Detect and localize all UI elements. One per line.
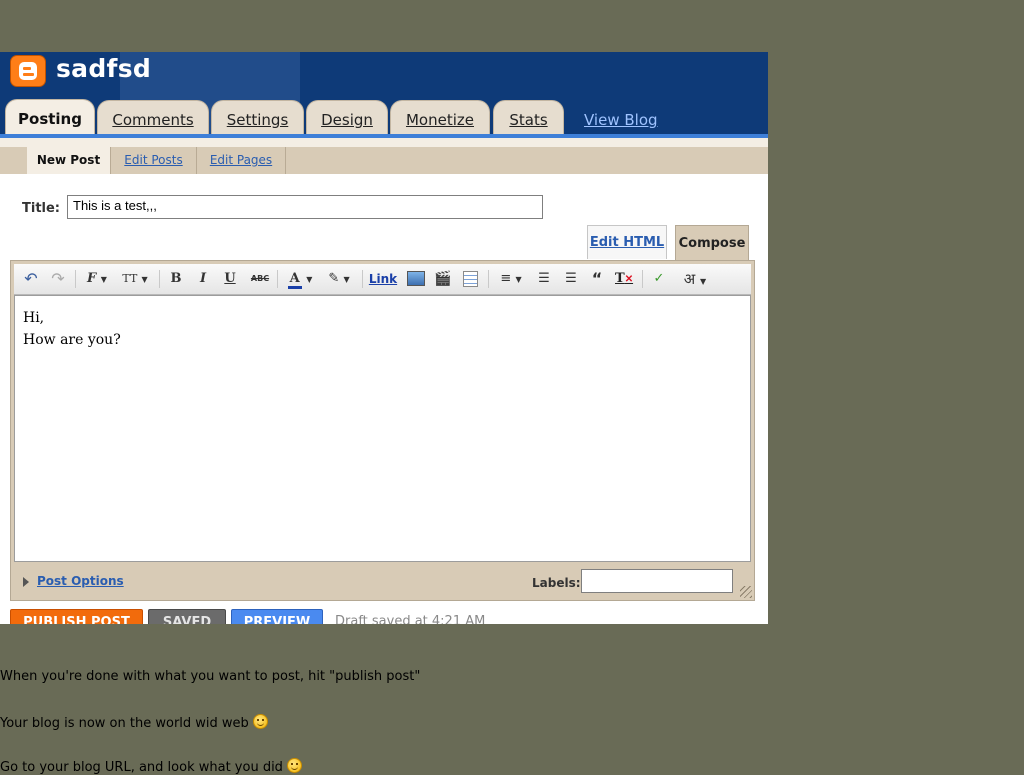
insert-video-icon[interactable]: 🎬 xyxy=(433,268,453,290)
spellcheck-icon[interactable]: ✓ xyxy=(648,268,670,290)
underline-icon[interactable]: U xyxy=(223,268,237,290)
tab-comments[interactable]: Comments xyxy=(97,100,209,136)
posting-subnav: New Post Edit Posts Edit Pages xyxy=(0,138,768,174)
editor-frame: ↶ ↷ F ▼ TT ▼ B I U ABC A ▼ ✎ ▼ Link 🎬 ≡ … xyxy=(10,260,755,601)
title-label: Title: xyxy=(22,201,61,216)
align-icon[interactable]: ≡ ▼ xyxy=(495,268,527,290)
post-options-toggle[interactable]: Post Options xyxy=(23,574,124,588)
blogger-header: sadfsd Posting Comments Settings Design … xyxy=(0,52,768,137)
view-blog-link[interactable]: View Blog xyxy=(584,111,658,129)
insert-image-icon[interactable] xyxy=(406,268,426,290)
caption-1: When you're done with what you want to p… xyxy=(0,669,421,684)
subnav-edit-posts[interactable]: Edit Posts xyxy=(111,147,197,174)
publish-post-button[interactable]: PUBLISH POST xyxy=(10,609,143,624)
blog-name: sadfsd xyxy=(56,54,152,83)
blogger-screenshot: sadfsd Posting Comments Settings Design … xyxy=(0,52,768,624)
post-body-editor[interactable]: Hi, How are you? xyxy=(14,295,751,562)
compose-tab[interactable]: Compose xyxy=(675,225,749,260)
draft-status: Draft saved at 4:21 AM xyxy=(335,614,486,624)
smiley-icon xyxy=(252,714,268,729)
blogger-logo-icon[interactable] xyxy=(10,55,46,87)
labels-input[interactable] xyxy=(581,569,733,593)
text-color-icon[interactable]: A ▼ xyxy=(284,268,316,290)
caption-3: Go to your blog URL, and look what you d… xyxy=(0,758,302,775)
tab-posting[interactable]: Posting xyxy=(5,99,95,137)
smiley-icon xyxy=(286,758,302,773)
font-family-icon[interactable]: F ▼ xyxy=(82,268,112,290)
remove-formatting-icon[interactable]: T✕ xyxy=(615,268,633,290)
tab-stats[interactable]: Stats xyxy=(493,100,564,136)
resize-grip-icon[interactable] xyxy=(740,586,752,598)
font-size-icon[interactable]: TT ▼ xyxy=(118,268,152,290)
bullet-list-icon[interactable]: ☰ xyxy=(562,268,580,290)
tab-monetize[interactable]: Monetize xyxy=(390,100,490,136)
blockquote-icon[interactable]: “ xyxy=(588,268,606,290)
preview-button[interactable]: PREVIEW xyxy=(231,609,323,624)
title-input[interactable]: This is a test,,, xyxy=(67,195,543,219)
tab-design[interactable]: Design xyxy=(306,100,388,136)
strikethrough-icon[interactable]: ABC xyxy=(249,268,271,290)
jump-break-icon[interactable] xyxy=(460,268,480,290)
labels-label: Labels: xyxy=(532,576,581,590)
italic-icon[interactable]: I xyxy=(196,268,210,290)
tab-settings[interactable]: Settings xyxy=(211,100,304,136)
body-line-1: Hi, xyxy=(23,310,45,326)
edit-html-tab[interactable]: Edit HTML xyxy=(587,225,667,259)
subnav-new-post[interactable]: New Post xyxy=(27,147,111,174)
transliteration-icon[interactable]: अ ▼ xyxy=(678,268,712,290)
highlight-color-icon[interactable]: ✎ ▼ xyxy=(323,268,355,290)
redo-icon[interactable]: ↷ xyxy=(49,268,67,290)
numbered-list-icon[interactable]: ☰ xyxy=(535,268,553,290)
expand-arrow-icon xyxy=(23,576,29,587)
undo-icon[interactable]: ↶ xyxy=(22,268,40,290)
subnav-edit-pages[interactable]: Edit Pages xyxy=(197,147,286,174)
bold-icon[interactable]: B xyxy=(169,268,183,290)
caption-2: Your blog is now on the world wid web xyxy=(0,714,268,731)
editor-toolbar: ↶ ↷ F ▼ TT ▼ B I U ABC A ▼ ✎ ▼ Link 🎬 ≡ … xyxy=(14,264,751,295)
body-line-2: How are you? xyxy=(23,332,121,348)
link-button[interactable]: Link xyxy=(368,268,398,290)
saved-button[interactable]: SAVED xyxy=(148,609,226,624)
